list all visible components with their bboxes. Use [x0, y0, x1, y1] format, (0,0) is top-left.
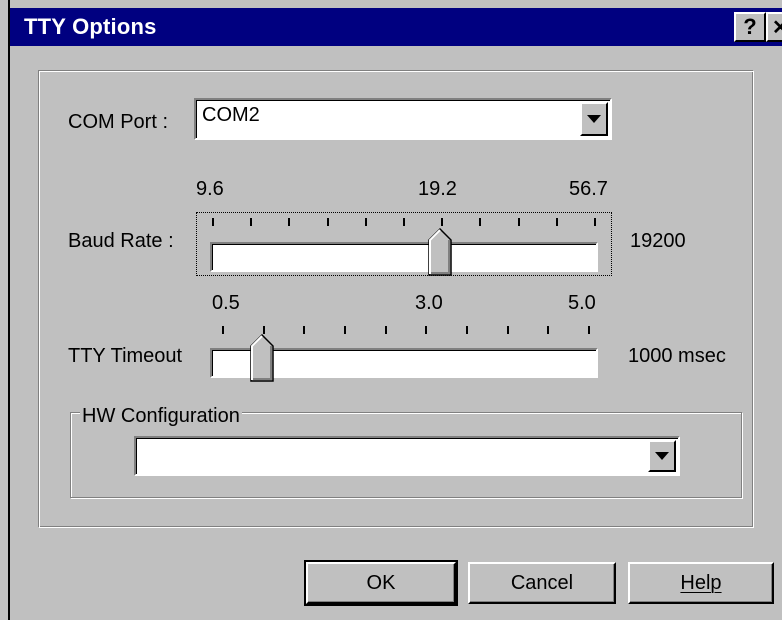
tty-timeout-tick — [507, 326, 509, 334]
baud-tick-mid: 19.2 — [418, 178, 457, 200]
com-port-value: COM2 — [202, 104, 260, 126]
tty-timeout-tick — [303, 326, 305, 334]
com-port-dropdown-button[interactable] — [580, 102, 608, 136]
timeout-tick-max: 5.0 — [568, 292, 596, 314]
baud-rate-tick — [556, 218, 558, 226]
baud-rate-value: 19200 — [630, 230, 686, 252]
tty-timeout-tick — [222, 326, 224, 334]
close-caption-button[interactable]: ✕ — [766, 12, 782, 42]
cancel-button[interactable]: Cancel — [468, 562, 616, 604]
baud-rate-tick — [403, 218, 405, 226]
question-mark-icon: ? — [743, 14, 757, 39]
chevron-down-icon — [655, 452, 669, 460]
timeout-tick-mid: 3.0 — [415, 292, 443, 314]
hw-configuration-dropdown[interactable] — [134, 436, 680, 476]
baud-rate-slider-thumb[interactable] — [428, 228, 452, 276]
tty-timeout-value: 1000 msec — [628, 345, 726, 367]
baud-rate-tick — [288, 218, 290, 226]
tty-timeout-tick — [466, 326, 468, 334]
com-port-label: COM Port : — [68, 111, 169, 133]
timeout-tick-min: 0.5 — [212, 292, 240, 314]
tty-timeout-tick — [547, 326, 549, 334]
baud-rate-tick — [479, 218, 481, 226]
baud-rate-label: Baud Rate : — [68, 230, 174, 252]
close-icon: ✕ — [772, 15, 782, 40]
help-button[interactable]: Help — [628, 562, 774, 604]
baud-rate-tick — [212, 218, 214, 226]
baud-rate-tick — [327, 218, 329, 226]
baud-rate-slider-track[interactable] — [210, 242, 598, 272]
tty-timeout-label: TTY Timeout — [68, 345, 183, 367]
cancel-button-label: Cancel — [510, 571, 574, 594]
tty-timeout-tick — [385, 326, 387, 334]
baud-rate-ticks — [212, 218, 596, 228]
help-caption-button[interactable]: ? — [734, 12, 766, 42]
baud-rate-tick — [518, 218, 520, 226]
tty-timeout-tick — [263, 326, 265, 334]
chevron-down-icon — [587, 115, 601, 123]
baud-tick-min: 9.6 — [196, 178, 224, 200]
ok-button-label: OK — [366, 571, 396, 594]
baud-rate-tick — [441, 218, 443, 226]
hw-configuration-legend: HW Configuration — [80, 405, 242, 428]
ok-button[interactable]: OK — [304, 560, 458, 606]
com-port-dropdown[interactable]: COM2 — [194, 98, 612, 140]
tty-timeout-tick — [425, 326, 427, 334]
tty-timeout-ticks — [222, 326, 590, 336]
baud-rate-tick — [594, 218, 596, 226]
baud-rate-tick — [250, 218, 252, 226]
window-title: TTY Options — [24, 14, 157, 39]
tty-timeout-tick — [344, 326, 346, 334]
baud-rate-tick — [365, 218, 367, 226]
help-button-label: Help — [680, 571, 722, 594]
hw-configuration-dropdown-button[interactable] — [648, 440, 676, 472]
baud-tick-max: 56.7 — [569, 178, 608, 200]
window-frame-edge — [8, 0, 10, 620]
tty-timeout-tick — [588, 326, 590, 334]
tty-timeout-slider-thumb[interactable] — [250, 334, 274, 382]
